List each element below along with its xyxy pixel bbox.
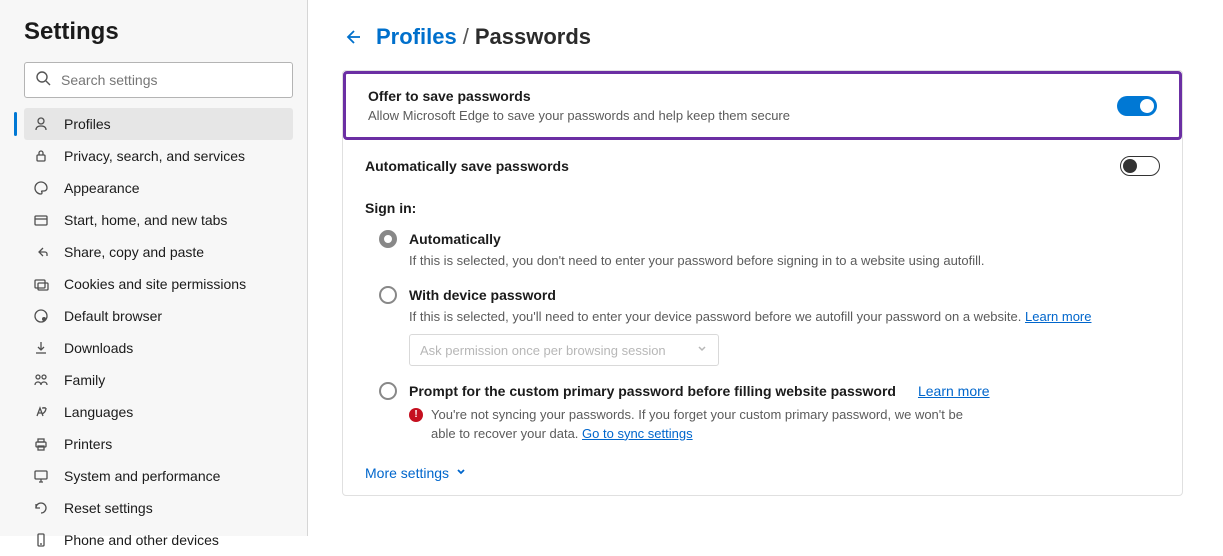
auto-save-toggle[interactable] xyxy=(1120,156,1160,176)
radio-automatically-desc: If this is selected, you don't need to e… xyxy=(409,252,1160,270)
offer-save-passwords-row: Offer to save passwords Allow Microsoft … xyxy=(343,71,1182,140)
passwords-card: Offer to save passwords Allow Microsoft … xyxy=(342,70,1183,496)
sidebar-item-share[interactable]: Share, copy and paste xyxy=(24,236,293,268)
breadcrumb-current: Passwords xyxy=(475,24,591,50)
sidebar-item-label: Share, copy and paste xyxy=(64,244,204,260)
sidebar-item-label: Privacy, search, and services xyxy=(64,148,245,164)
chevron-down-icon xyxy=(696,343,708,358)
back-button[interactable] xyxy=(342,27,362,47)
system-icon xyxy=(32,467,50,485)
radio-device-password-desc: If this is selected, you'll need to ente… xyxy=(409,308,1160,326)
radio-primary-password[interactable] xyxy=(379,382,397,400)
user-icon xyxy=(32,115,50,133)
family-icon xyxy=(32,371,50,389)
share-icon xyxy=(32,243,50,261)
sidebar-item-languages[interactable]: Languages xyxy=(24,396,293,428)
sidebar-item-appearance[interactable]: Appearance xyxy=(24,172,293,204)
sidebar-item-label: Default browser xyxy=(64,308,162,324)
sidebar-item-profiles[interactable]: Profiles xyxy=(24,108,293,140)
offer-save-desc: Allow Microsoft Edge to save your passwo… xyxy=(368,108,790,123)
signin-option-device-password: With device password If this is selected… xyxy=(343,278,1182,374)
signin-option-primary-password: Prompt for the custom primary password b… xyxy=(343,374,1182,450)
sidebar-item-default-browser[interactable]: Default browser xyxy=(24,300,293,332)
printer-icon xyxy=(32,435,50,453)
radio-primary-password-label: Prompt for the custom primary password b… xyxy=(409,383,896,399)
offer-save-toggle[interactable] xyxy=(1117,96,1157,116)
sidebar-item-label: Downloads xyxy=(64,340,133,356)
sidebar-item-phone[interactable]: Phone and other devices xyxy=(24,524,293,556)
sidebar-item-label: Appearance xyxy=(64,180,140,196)
sidebar-item-reset[interactable]: Reset settings xyxy=(24,492,293,524)
device-password-learn-more-link[interactable]: Learn more xyxy=(1025,309,1091,324)
more-settings-label: More settings xyxy=(365,465,449,481)
signin-option-automatically: Automatically If this is selected, you d… xyxy=(343,222,1182,278)
sidebar-item-label: Printers xyxy=(64,436,112,452)
default-browser-icon xyxy=(32,307,50,325)
breadcrumb-parent[interactable]: Profiles xyxy=(376,24,457,50)
appearance-icon xyxy=(32,179,50,197)
auto-save-title: Automatically save passwords xyxy=(365,158,569,174)
cookies-icon xyxy=(32,275,50,293)
more-settings-toggle[interactable]: More settings xyxy=(343,451,1182,495)
select-placeholder: Ask permission once per browsing session xyxy=(420,343,666,358)
sidebar-item-system[interactable]: System and performance xyxy=(24,460,293,492)
sidebar-item-privacy[interactable]: Privacy, search, and services xyxy=(24,140,293,172)
sidebar-item-downloads[interactable]: Downloads xyxy=(24,332,293,364)
chevron-down-icon xyxy=(455,465,467,481)
phone-icon xyxy=(32,531,50,549)
signin-heading: Sign in: xyxy=(343,190,1182,222)
page-title: Settings xyxy=(24,18,293,46)
sidebar-item-printers[interactable]: Printers xyxy=(24,428,293,460)
sidebar-item-label: Phone and other devices xyxy=(64,532,219,548)
sidebar-nav: Profiles Privacy, search, and services A… xyxy=(24,108,293,556)
sidebar-item-label: Family xyxy=(64,372,105,388)
warning-icon: ! xyxy=(409,408,423,422)
sidebar-item-label: Reset settings xyxy=(64,500,153,516)
offer-save-title: Offer to save passwords xyxy=(368,88,790,104)
lock-icon xyxy=(32,147,50,165)
sidebar-item-family[interactable]: Family xyxy=(24,364,293,396)
search-settings[interactable] xyxy=(24,62,293,98)
radio-device-password-label: With device password xyxy=(409,287,556,303)
radio-device-password[interactable] xyxy=(379,286,397,304)
primary-password-warning: ! You're not syncing your passwords. If … xyxy=(409,406,969,442)
auto-save-passwords-row: Automatically save passwords xyxy=(343,142,1182,190)
breadcrumb: Profiles / Passwords xyxy=(342,24,1183,50)
languages-icon xyxy=(32,403,50,421)
radio-automatically-label: Automatically xyxy=(409,231,501,247)
sidebar-item-label: System and performance xyxy=(64,468,220,484)
download-icon xyxy=(32,339,50,357)
sidebar-item-label: Languages xyxy=(64,404,133,420)
sidebar-item-label: Profiles xyxy=(64,116,111,132)
sidebar-item-label: Cookies and site permissions xyxy=(64,276,246,292)
go-to-sync-settings-link[interactable]: Go to sync settings xyxy=(582,426,693,441)
tabs-icon xyxy=(32,211,50,229)
device-password-frequency-select[interactable]: Ask permission once per browsing session xyxy=(409,334,719,366)
settings-main: Profiles / Passwords Offer to save passw… xyxy=(308,0,1223,536)
breadcrumb-separator: / xyxy=(463,24,469,50)
sidebar-item-label: Start, home, and new tabs xyxy=(64,212,227,228)
reset-icon xyxy=(32,499,50,517)
settings-sidebar: Settings Profiles Privacy, search, and s… xyxy=(0,0,308,536)
sidebar-item-start[interactable]: Start, home, and new tabs xyxy=(24,204,293,236)
radio-automatically[interactable] xyxy=(379,230,397,248)
search-icon xyxy=(35,70,51,91)
primary-password-learn-more-link[interactable]: Learn more xyxy=(918,383,990,399)
sidebar-item-cookies[interactable]: Cookies and site permissions xyxy=(24,268,293,300)
search-input[interactable] xyxy=(61,72,282,88)
